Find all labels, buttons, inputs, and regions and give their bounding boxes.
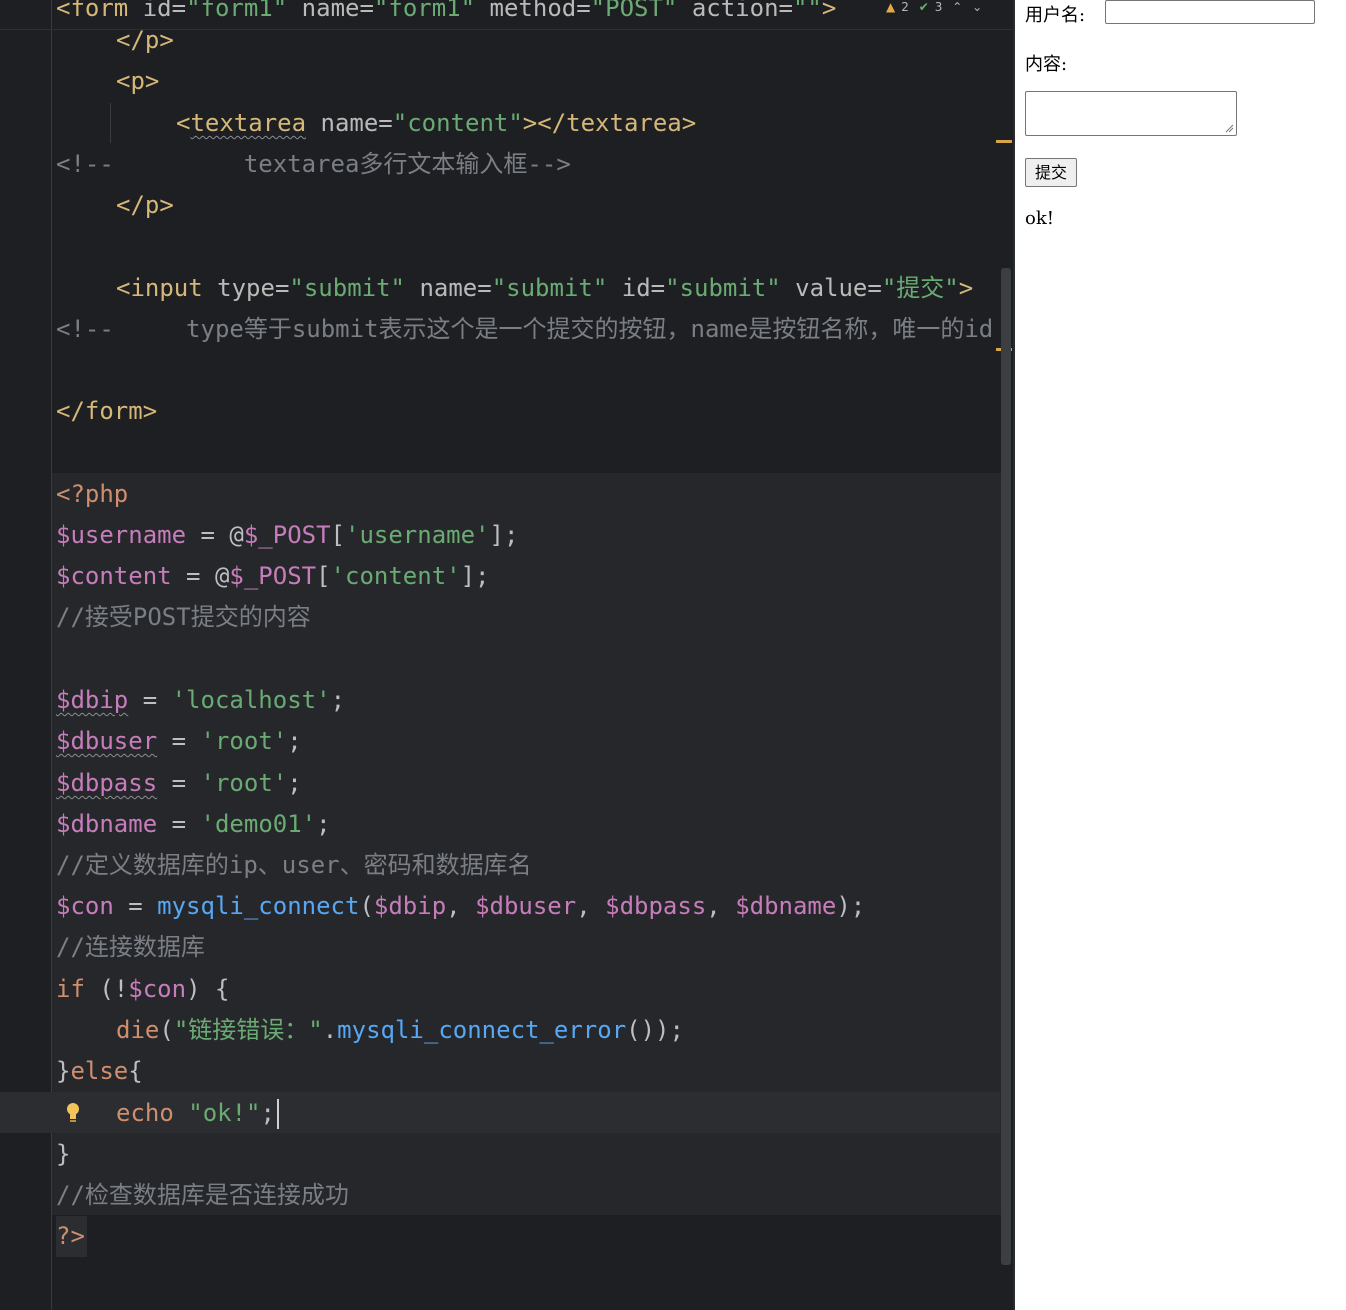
- submit-button[interactable]: 提交: [1025, 158, 1077, 187]
- indent-guide: [110, 103, 111, 143]
- code-line-echo: echo "ok!";: [116, 1093, 279, 1134]
- code-line-comment-post: //接受POST提交的内容: [56, 603, 311, 631]
- inspection-widget[interactable]: ▲ 2 ✔ 3 ⌃ ⌄: [886, 0, 988, 14]
- code-line-p-open: <p>: [116, 67, 160, 95]
- code-line-if: if (!$con) {: [56, 975, 230, 1003]
- code-line-close-brace: }: [56, 1140, 71, 1168]
- error-stripe-marker[interactable]: [996, 140, 1012, 143]
- lightbulb-icon[interactable]: [63, 1101, 83, 1125]
- warning-icon: ▲: [886, 0, 896, 14]
- weak-warning-count: 3: [934, 0, 943, 14]
- browser-preview: 用户名: 内容: 提交 ok!: [1013, 0, 1346, 1310]
- code-line-username: $username = @$_POST['username'];: [56, 521, 519, 549]
- username-label: 用户名:: [1025, 5, 1086, 26]
- code-line-comment-textarea: <!-- textarea多行文本输入框-->: [56, 150, 571, 178]
- code-line-dbuser: $dbuser = 'root';: [56, 727, 302, 755]
- code-line-p-close-2: </p>: [116, 191, 174, 219]
- output-text: ok!: [1025, 208, 1054, 229]
- code-line-die: die("链接错误：".mysqli_connect_error());: [116, 1016, 684, 1044]
- code-line-content: $content = @$_POST['content'];: [56, 562, 490, 590]
- code-editor[interactable]: ▲ 2 ✔ 3 ⌃ ⌄ <form id="form1" name="form1" …: [0, 0, 1013, 1310]
- code-line-php-open: <?php: [56, 480, 129, 508]
- code-line-php-close: ?>: [56, 1216, 87, 1257]
- code-line-input-submit: <input type="submit" name="submit" id="s…: [116, 274, 974, 302]
- content-textarea[interactable]: [1025, 91, 1237, 136]
- code-line-dbip: $dbip = 'localhost';: [56, 686, 346, 714]
- code-line-form-close: </form>: [56, 397, 158, 425]
- weak-warning-icon: ✔: [918, 0, 929, 14]
- resize-grip-icon[interactable]: [1225, 124, 1234, 133]
- chevron-up-icon[interactable]: ⌃: [952, 0, 962, 14]
- code-line-comment-connect: //连接数据库: [56, 933, 205, 961]
- text-cursor: [276, 1099, 279, 1129]
- code-line-comment-check: //检查数据库是否连接成功: [56, 1181, 349, 1209]
- code-line-dbpass: $dbpass = 'root';: [56, 769, 302, 797]
- code-line-connect: $con = mysqli_connect($dbip, $dbuser, $d…: [56, 892, 866, 920]
- code-line-dbname: $dbname = 'demo01';: [56, 810, 331, 838]
- chevron-down-icon[interactable]: ⌄: [972, 0, 982, 14]
- content-label: 内容:: [1025, 54, 1068, 75]
- code-line-p-close: </p>: [116, 26, 174, 54]
- code-line-comment-submit: <!-- type等于submit表示这个是一个提交的按钮，name是按钮名称，…: [56, 315, 994, 343]
- code-line-comment-db: //定义数据库的ip、user、密码和数据库名: [56, 851, 532, 879]
- code-line-textarea: <textarea name="content"></textarea>: [176, 109, 697, 137]
- vertical-scrollbar[interactable]: [1001, 268, 1011, 1265]
- code-line-else: }else{: [56, 1057, 143, 1085]
- warning-count: 2: [901, 0, 909, 14]
- username-input[interactable]: [1105, 0, 1315, 24]
